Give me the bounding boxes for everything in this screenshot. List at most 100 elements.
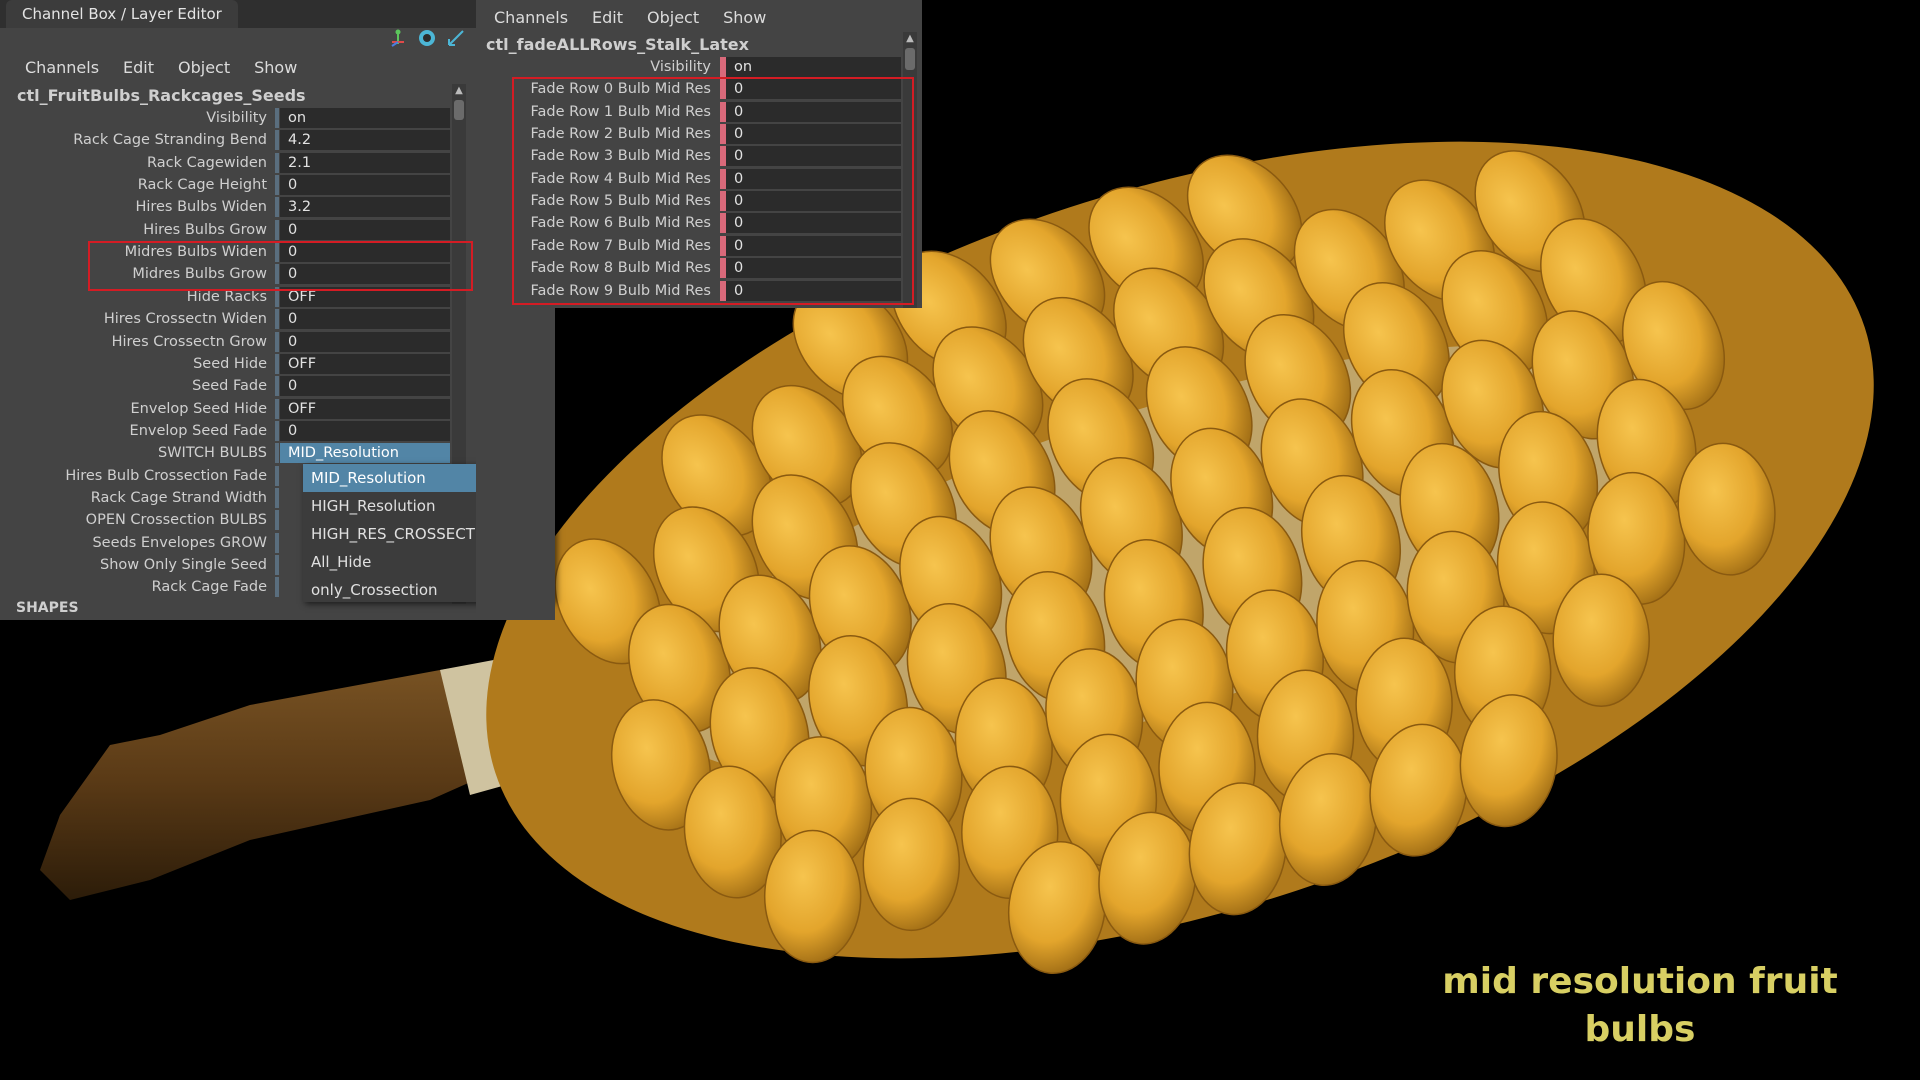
attribute-value-field[interactable]: 4.2 (280, 130, 450, 151)
attribute-row: Seed Hide OFF (0, 353, 460, 375)
select-icon[interactable] (446, 28, 466, 48)
attribute-value: 3.2 (288, 199, 312, 216)
attribute-label[interactable]: Rack Cage Height (0, 174, 267, 196)
attribute-value: on (734, 59, 753, 75)
caption-text: mid resolution fruit bulbs (1360, 958, 1920, 1054)
attribute-value-field[interactable]: 0 (280, 376, 450, 397)
keyable-marker (275, 532, 279, 553)
attribute-row: Envelop Seed Hide OFF (0, 398, 460, 420)
attribute-value: OFF (288, 400, 317, 417)
attribute-value-field[interactable]: 0 (280, 420, 450, 441)
object-name[interactable]: ctl_FruitBulbs_Rackcages_Seeds (17, 86, 306, 105)
attribute-label[interactable]: OPEN Crossection BULBS (0, 509, 267, 531)
panel-gap (476, 308, 555, 620)
attribute-value: MID_Resolution (288, 445, 399, 462)
menu-show[interactable]: Show (723, 8, 766, 27)
shapes-section-header[interactable]: SHAPES (16, 600, 79, 616)
caption-line-1: mid resolution fruit (1442, 961, 1838, 1002)
attribute-value-field[interactable]: 3.2 (280, 197, 450, 218)
attribute-value: 0 (288, 333, 298, 350)
attribute-label[interactable]: Seed Fade (0, 375, 267, 397)
attribute-row: Hires Crossectn Widen 0 (0, 308, 460, 330)
menu-channels[interactable]: Channels (494, 8, 568, 27)
orbit-icon[interactable] (417, 28, 437, 48)
keyable-marker (275, 309, 279, 330)
attribute-label[interactable]: Hires Bulbs Grow (0, 219, 267, 241)
attribute-value-field[interactable]: on (280, 108, 450, 128)
attribute-label[interactable]: Envelop Seed Fade (0, 420, 267, 442)
menu-edit[interactable]: Edit (592, 8, 623, 27)
attribute-label[interactable]: Visibility (441, 56, 711, 78)
attribute-label[interactable]: SWITCH BULBS (0, 442, 267, 464)
attribute-value-field[interactable]: on (726, 57, 901, 77)
attribute-label[interactable]: Rack Cage Stranding Bend (0, 129, 267, 151)
attribute-row: SWITCH BULBS MID_Resolution (0, 442, 460, 464)
keyable-marker (275, 510, 279, 531)
fruit-bulb (1552, 573, 1650, 707)
keyable-marker (275, 465, 279, 486)
attribute-value-field[interactable]: 0 (280, 175, 450, 196)
channel-box-panel-2: Channels Edit Object Show ctl_fadeALLRows_S… (476, 0, 922, 308)
attribute-label[interactable]: Hires Bulb Crossection Fade (0, 465, 267, 487)
attribute-label[interactable]: Visibility (0, 107, 267, 129)
object-name-2[interactable]: ctl_fadeALLRows_Stalk_Latex (486, 35, 749, 54)
attribute-value: 0 (288, 422, 298, 439)
attribute-row: Hires Bulbs Grow 0 (0, 219, 460, 241)
menu-object[interactable]: Object (647, 8, 699, 27)
attribute-value: on (288, 110, 307, 126)
attribute-row: Envelop Seed Fade 0 (0, 420, 460, 442)
menu-edit[interactable]: Edit (123, 58, 154, 77)
move-tool-icon[interactable] (388, 28, 408, 48)
menu-show[interactable]: Show (254, 58, 297, 77)
attribute-label[interactable]: Rack Cage Strand Width (0, 487, 267, 509)
attribute-label[interactable]: Hires Crossectn Widen (0, 308, 267, 330)
attribute-value-field[interactable]: 0 (280, 309, 450, 330)
keyable-marker (275, 197, 279, 218)
attribute-value-field[interactable]: OFF (280, 353, 450, 374)
attribute-row: Rack Cage Height 0 (0, 174, 460, 196)
attribute-value-field[interactable]: OFF (280, 398, 450, 419)
fruit-bulb (862, 797, 961, 932)
scroll-up-icon[interactable]: ▲ (903, 32, 917, 46)
attribute-value: 0 (288, 221, 298, 238)
keyable-marker (275, 152, 279, 173)
caption-line-2: bulbs (1584, 1009, 1696, 1050)
attribute-label[interactable]: Hires Bulbs Widen (0, 196, 267, 218)
attribute-label[interactable]: Show Only Single Seed (0, 554, 267, 576)
attribute-row: Seed Fade 0 (0, 375, 460, 397)
attribute-label[interactable]: Rack Cage Fade (0, 576, 267, 598)
attribute-value-field[interactable]: 0 (280, 331, 450, 352)
attribute-value: 0 (288, 311, 298, 328)
attribute-label[interactable]: Seeds Envelopes GROW (0, 532, 267, 554)
attribute-row: Visibility on (476, 56, 906, 78)
tab-bar: Channel Box / Layer Editor (0, 0, 555, 28)
menu-channels[interactable]: Channels (25, 58, 99, 77)
attribute-label[interactable]: Rack Cagewiden (0, 152, 267, 174)
attribute-label[interactable]: Envelop Seed Hide (0, 398, 267, 420)
attribute-value-field[interactable]: 2.1 (280, 152, 450, 173)
highlight-box-midres (88, 241, 473, 291)
keyable-marker (275, 443, 279, 464)
attribute-row: Rack Cage Stranding Bend 4.2 (0, 129, 460, 151)
tab-channel-box-layer-editor[interactable]: Channel Box / Layer Editor (6, 0, 238, 28)
keyable-marker (275, 175, 279, 196)
attribute-row: Visibility on (0, 107, 460, 129)
attribute-label[interactable]: Hires Crossectn Grow (0, 331, 267, 353)
keyable-marker (275, 376, 279, 397)
attribute-value: 0 (288, 177, 298, 194)
keyable-marker (275, 420, 279, 441)
attribute-label[interactable]: Seed Hide (0, 353, 267, 375)
attribute-value: 4.2 (288, 132, 312, 149)
keyable-marker (275, 577, 279, 598)
fruit-bulb (763, 829, 862, 964)
attribute-row: Rack Cagewiden 2.1 (0, 152, 460, 174)
attribute-value: 0 (288, 378, 298, 395)
attribute-value-field[interactable]: 0 (280, 219, 450, 240)
keyable-marker (275, 130, 279, 151)
menu-object[interactable]: Object (178, 58, 230, 77)
keyable-marker (275, 487, 279, 508)
attribute-value: OFF (288, 288, 317, 305)
channel-box-menubar-2: Channels Edit Object Show (494, 8, 790, 32)
attribute-value-field[interactable]: MID_Resolution (280, 443, 450, 464)
highlight-box-fade-rows (512, 77, 914, 305)
